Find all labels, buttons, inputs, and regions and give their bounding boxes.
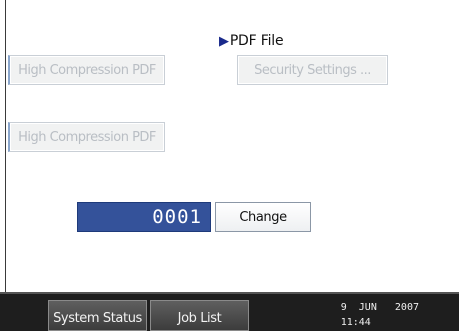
status-bar: System Status Job List 9 JUN 2007 11:44 xyxy=(0,292,459,331)
security-settings-label: Security Settings ... xyxy=(254,62,371,78)
high-compression-pdf-button-2[interactable]: High Compression PDF xyxy=(8,122,165,152)
high-compression-pdf-button-1[interactable]: High Compression PDF xyxy=(8,55,165,85)
system-status-label: System Status xyxy=(53,311,142,326)
date-text: 9 JUN 2007 xyxy=(340,302,419,313)
counter-value: 0001 xyxy=(152,206,202,228)
job-list-label: Job List xyxy=(177,311,222,326)
job-list-button[interactable]: Job List xyxy=(150,300,249,331)
system-status-button[interactable]: System Status xyxy=(48,300,147,331)
counter-display: 0001 xyxy=(77,202,211,232)
change-button[interactable]: Change xyxy=(215,202,311,232)
high-compression-pdf-label-2: High Compression PDF xyxy=(18,129,156,145)
high-compression-pdf-label-1: High Compression PDF xyxy=(18,62,156,78)
pdf-file-label: PDF File xyxy=(229,33,284,49)
date-time: 9 JUN 2007 11:44 xyxy=(341,300,419,330)
play-arrow-icon: ▶ xyxy=(219,34,229,49)
security-settings-button[interactable]: Security Settings ... xyxy=(237,55,388,85)
change-label: Change xyxy=(239,209,287,225)
time-text: 11:44 xyxy=(340,317,371,328)
pdf-file-heading: ▶PDF File xyxy=(219,33,284,49)
main-panel: ▶PDF File High Compression PDF Security … xyxy=(5,0,459,292)
